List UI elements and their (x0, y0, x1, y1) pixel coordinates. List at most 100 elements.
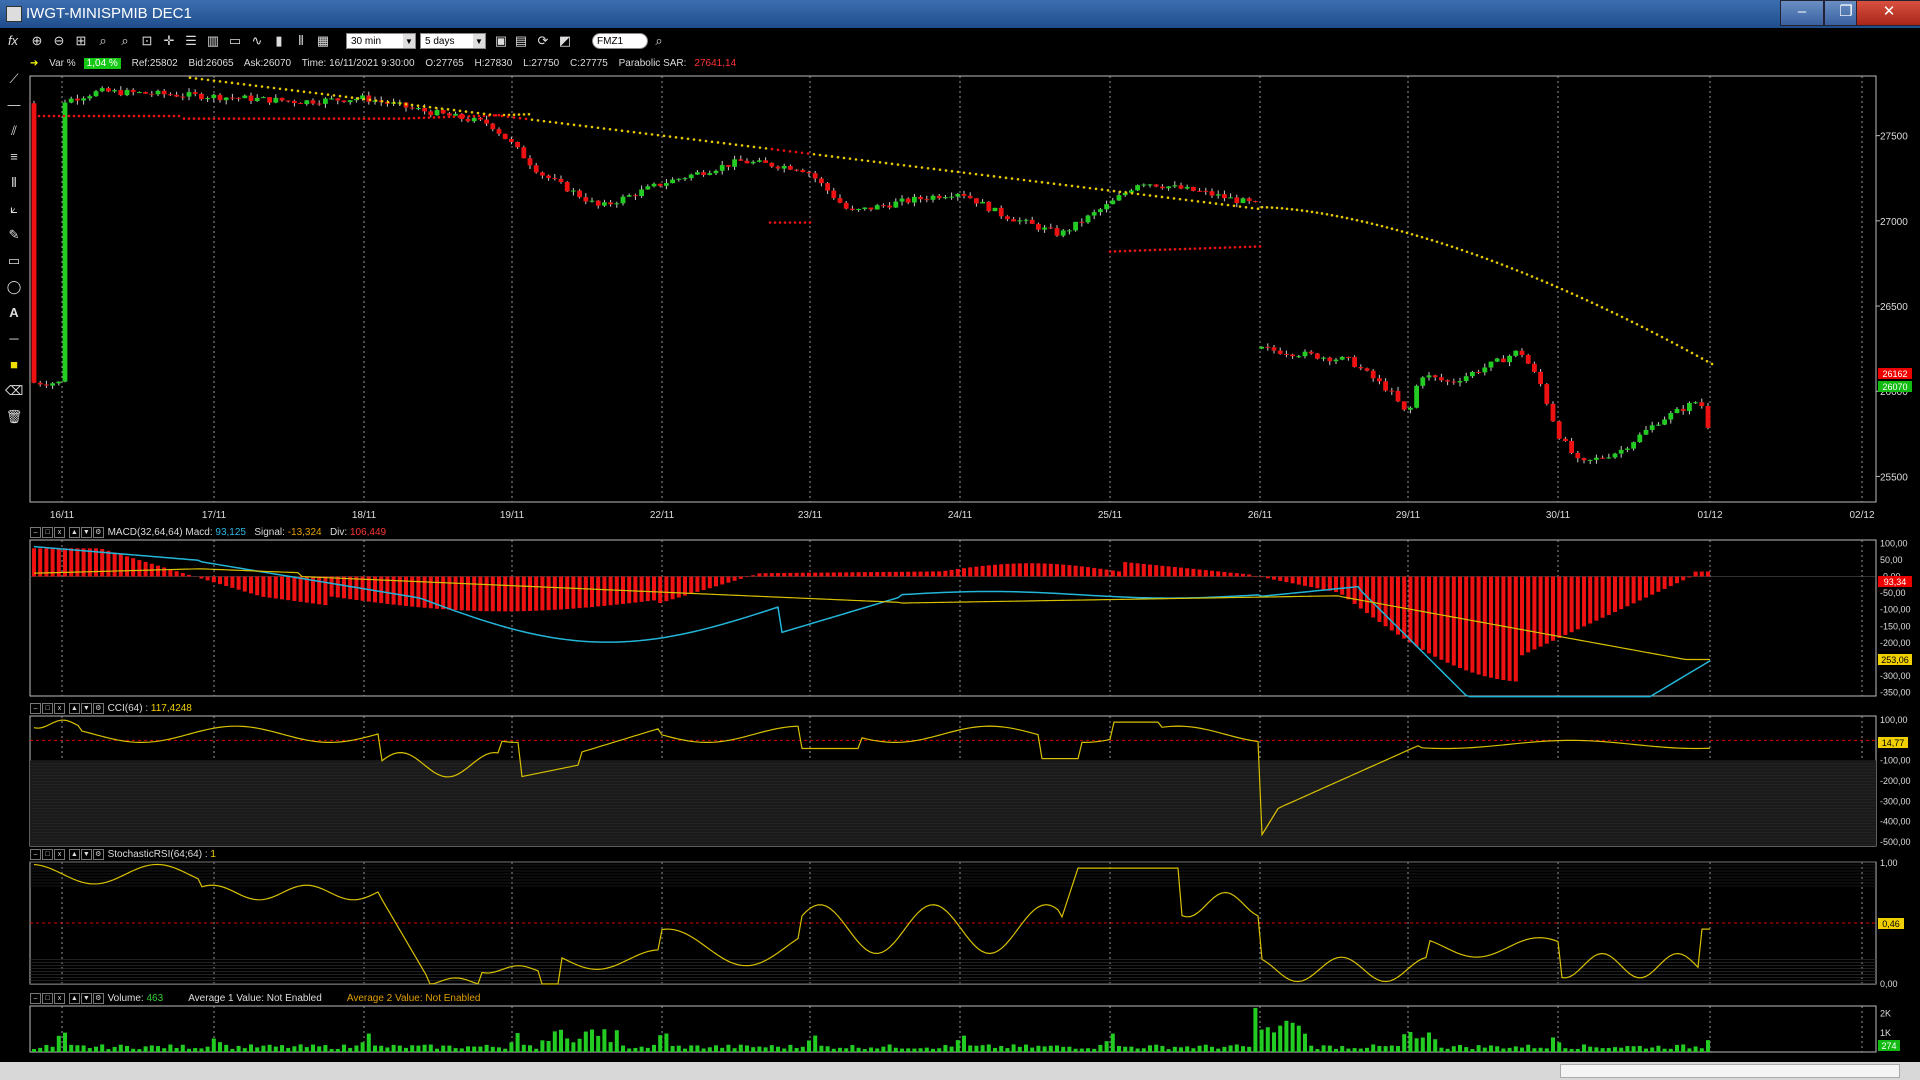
interval-select[interactable]: 30 min ▼ (346, 33, 416, 49)
volume-bar (1439, 1047, 1444, 1052)
sar-dot (536, 119, 540, 122)
volume-bar (893, 1047, 898, 1052)
maximize-panel-icon[interactable]: □ (42, 527, 53, 538)
color-picker-icon[interactable]: ■ (5, 356, 23, 374)
sar-dot (344, 95, 348, 99)
minimize-panel-icon[interactable]: – (30, 703, 41, 714)
fan-icon[interactable]: ⟀ (5, 200, 23, 218)
sar-dot (728, 142, 732, 146)
rectangle-icon[interactable]: ▭ (5, 252, 23, 270)
maximize-panel-icon[interactable]: □ (42, 993, 53, 1004)
line-width-icon[interactable]: ─ (5, 330, 23, 348)
minimize-panel-icon[interactable]: – (30, 527, 41, 538)
candle-body (1067, 230, 1072, 232)
move-down-icon[interactable]: ▼ (80, 703, 92, 714)
bars-icon[interactable]: ▥ (204, 32, 222, 50)
zoom-x-icon[interactable]: ⌕ (94, 32, 112, 50)
sar-dot (638, 131, 642, 135)
macd-histogram-bar (893, 571, 898, 577)
text-tool-icon[interactable]: A (5, 304, 23, 322)
horizontal-scrollbar[interactable] (0, 1062, 1920, 1080)
ellipse-icon[interactable]: ◯ (5, 278, 23, 296)
macd-histogram-bar (658, 576, 663, 604)
template-icon[interactable]: ▣ (492, 32, 510, 50)
macd-histogram-bar (1402, 576, 1407, 639)
sar-dot (1148, 194, 1152, 197)
symbol-input[interactable]: FMZ1 (592, 33, 648, 49)
candle-body (1023, 219, 1029, 221)
settings-icon[interactable]: ⚙ (92, 849, 104, 860)
move-down-icon[interactable]: ▼ (80, 527, 92, 538)
volume-bar (81, 1045, 86, 1052)
channel-icon[interactable]: ⫽ (5, 122, 23, 140)
macd-histogram-bar (1315, 576, 1320, 589)
color-icon[interactable]: ◩ (556, 32, 574, 50)
close-button[interactable]: ✕ (1856, 0, 1920, 26)
macd-histogram-bar (323, 576, 328, 606)
sar-dot (320, 92, 324, 96)
table-icon[interactable]: ▦ (314, 32, 332, 50)
sar-dot (524, 117, 528, 121)
frame-icon[interactable]: ▭ (226, 32, 244, 50)
save-icon[interactable]: ▤ (512, 32, 530, 50)
sar-dot (1203, 246, 1207, 250)
zoom-fit-icon[interactable]: ⊞ (72, 32, 90, 50)
candle-body (1395, 390, 1401, 402)
line-chart-icon[interactable]: ∿ (248, 32, 266, 50)
macd-histogram-bar (304, 576, 309, 603)
settings-icon[interactable]: ⚙ (92, 993, 104, 1004)
minimize-panel-icon[interactable]: – (30, 849, 41, 860)
close-panel-icon[interactable]: x (54, 703, 65, 714)
sar-dot (1610, 310, 1614, 314)
range-select[interactable]: 5 days ▼ (420, 33, 486, 49)
move-up-icon[interactable]: ▲ (68, 703, 80, 714)
sar-dot (1022, 178, 1026, 182)
move-down-icon[interactable]: ▼ (80, 849, 92, 860)
vlines-icon[interactable]: ⦀ (5, 174, 23, 192)
eraser-icon[interactable]: ⌫ (5, 382, 23, 400)
trash-icon[interactable]: 🗑 (5, 408, 23, 426)
maximize-panel-icon[interactable]: □ (42, 849, 53, 860)
sar-dot (297, 117, 301, 120)
move-down-icon[interactable]: ▼ (80, 993, 92, 1004)
pencil-icon[interactable]: ✎ (5, 226, 23, 244)
minimize-button[interactable]: – (1780, 0, 1824, 26)
close-panel-icon[interactable]: x (54, 993, 65, 1004)
candle-body (1507, 355, 1512, 363)
fibonacci-icon[interactable]: ≡ (5, 148, 23, 166)
close-panel-icon[interactable]: x (54, 849, 65, 860)
move-up-icon[interactable]: ▲ (68, 993, 80, 1004)
move-up-icon[interactable]: ▲ (68, 527, 80, 538)
macd-histogram-bar (534, 576, 539, 611)
candle-body (1637, 434, 1643, 443)
search-icon[interactable]: ⌕ (650, 32, 668, 50)
zoom-out-icon[interactable]: ⊖ (50, 32, 68, 50)
settings-icon[interactable]: ⚙ (92, 703, 104, 714)
hline-icon[interactable]: — (5, 96, 23, 114)
list-icon[interactable]: ☰ (182, 32, 200, 50)
zoom-area-icon[interactable]: ⊡ (138, 32, 156, 50)
minimize-panel-icon[interactable]: – (30, 993, 41, 1004)
sar-dot (230, 81, 234, 85)
zoom-in-icon[interactable]: ⊕ (28, 32, 46, 50)
sar-dot (1480, 255, 1484, 259)
function-icon[interactable]: fx (2, 32, 24, 50)
maximize-panel-icon[interactable]: □ (42, 703, 53, 714)
move-up-icon[interactable]: ▲ (68, 849, 80, 860)
crosshair-icon[interactable]: ✛ (160, 32, 178, 50)
macd-histogram-bar (955, 568, 960, 577)
trendline-icon[interactable]: ⟋ (5, 70, 23, 88)
close-panel-icon[interactable]: x (54, 527, 65, 538)
settings-icon[interactable]: ⚙ (92, 527, 104, 538)
refresh-icon[interactable]: ⟳ (534, 32, 552, 50)
sar-dot (1690, 351, 1694, 355)
macd-histogram-bar (782, 572, 787, 577)
candle-body (1091, 212, 1097, 216)
scrollbar-thumb[interactable] (1560, 1064, 1900, 1078)
ohlc-icon[interactable]: ⫴ (292, 32, 310, 50)
macd-histogram-bar (490, 576, 495, 612)
volume-bar (1693, 1046, 1698, 1052)
sar-dot (350, 96, 354, 99)
zoom-y-icon[interactable]: ⌕ (116, 32, 134, 50)
candles-icon[interactable]: ▮ (270, 32, 288, 50)
